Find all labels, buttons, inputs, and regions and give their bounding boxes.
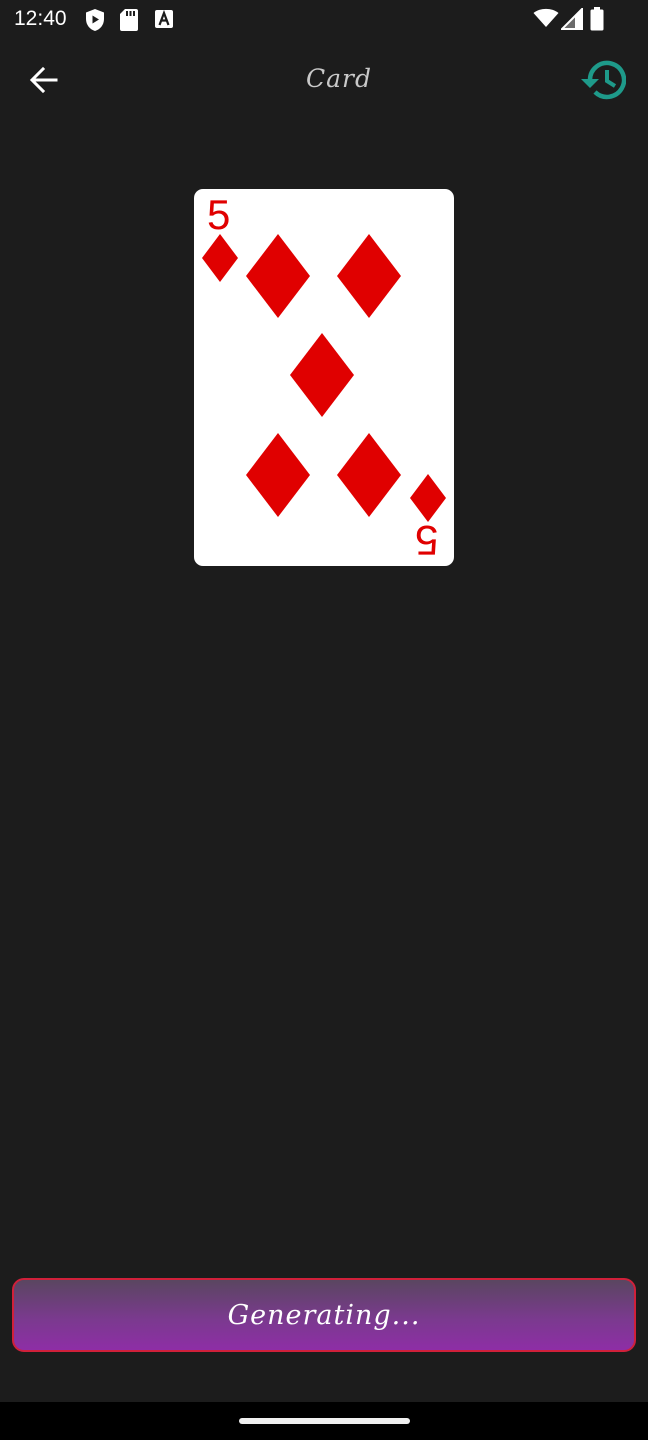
status-bar: 12:40 bbox=[0, 0, 648, 40]
play-protect-icon bbox=[84, 8, 106, 36]
screen: 12:40 Card 5 5 Generating... bbox=[0, 0, 648, 1440]
home-indicator[interactable] bbox=[239, 1418, 410, 1424]
card-rank-top: 5 bbox=[207, 191, 231, 238]
corner-diamond-icon bbox=[202, 234, 238, 282]
pip-diamond-icon bbox=[290, 333, 354, 417]
page-title: Card bbox=[306, 64, 372, 93]
pip-diamond-icon bbox=[246, 433, 310, 517]
corner-diamond-icon bbox=[410, 474, 446, 522]
app-bar: Card bbox=[0, 40, 648, 126]
generate-button-label: Generating... bbox=[227, 1299, 421, 1331]
generate-button[interactable]: Generating... bbox=[12, 1278, 636, 1352]
history-button[interactable] bbox=[576, 56, 630, 108]
font-icon bbox=[154, 8, 174, 34]
playing-card: 5 5 bbox=[194, 189, 454, 566]
cell-signal-icon bbox=[559, 6, 583, 34]
pip-diamond-icon bbox=[337, 433, 401, 517]
pip-diamond-icon bbox=[337, 234, 401, 318]
card-rank-bottom: 5 bbox=[415, 517, 439, 564]
pip-diamond-icon bbox=[246, 234, 310, 318]
history-icon bbox=[580, 59, 627, 105]
status-time: 12:40 bbox=[14, 7, 67, 30]
navigation-bar bbox=[0, 1402, 648, 1440]
sd-card-icon bbox=[119, 8, 139, 36]
battery-icon bbox=[590, 7, 604, 35]
wifi-icon bbox=[533, 8, 559, 32]
